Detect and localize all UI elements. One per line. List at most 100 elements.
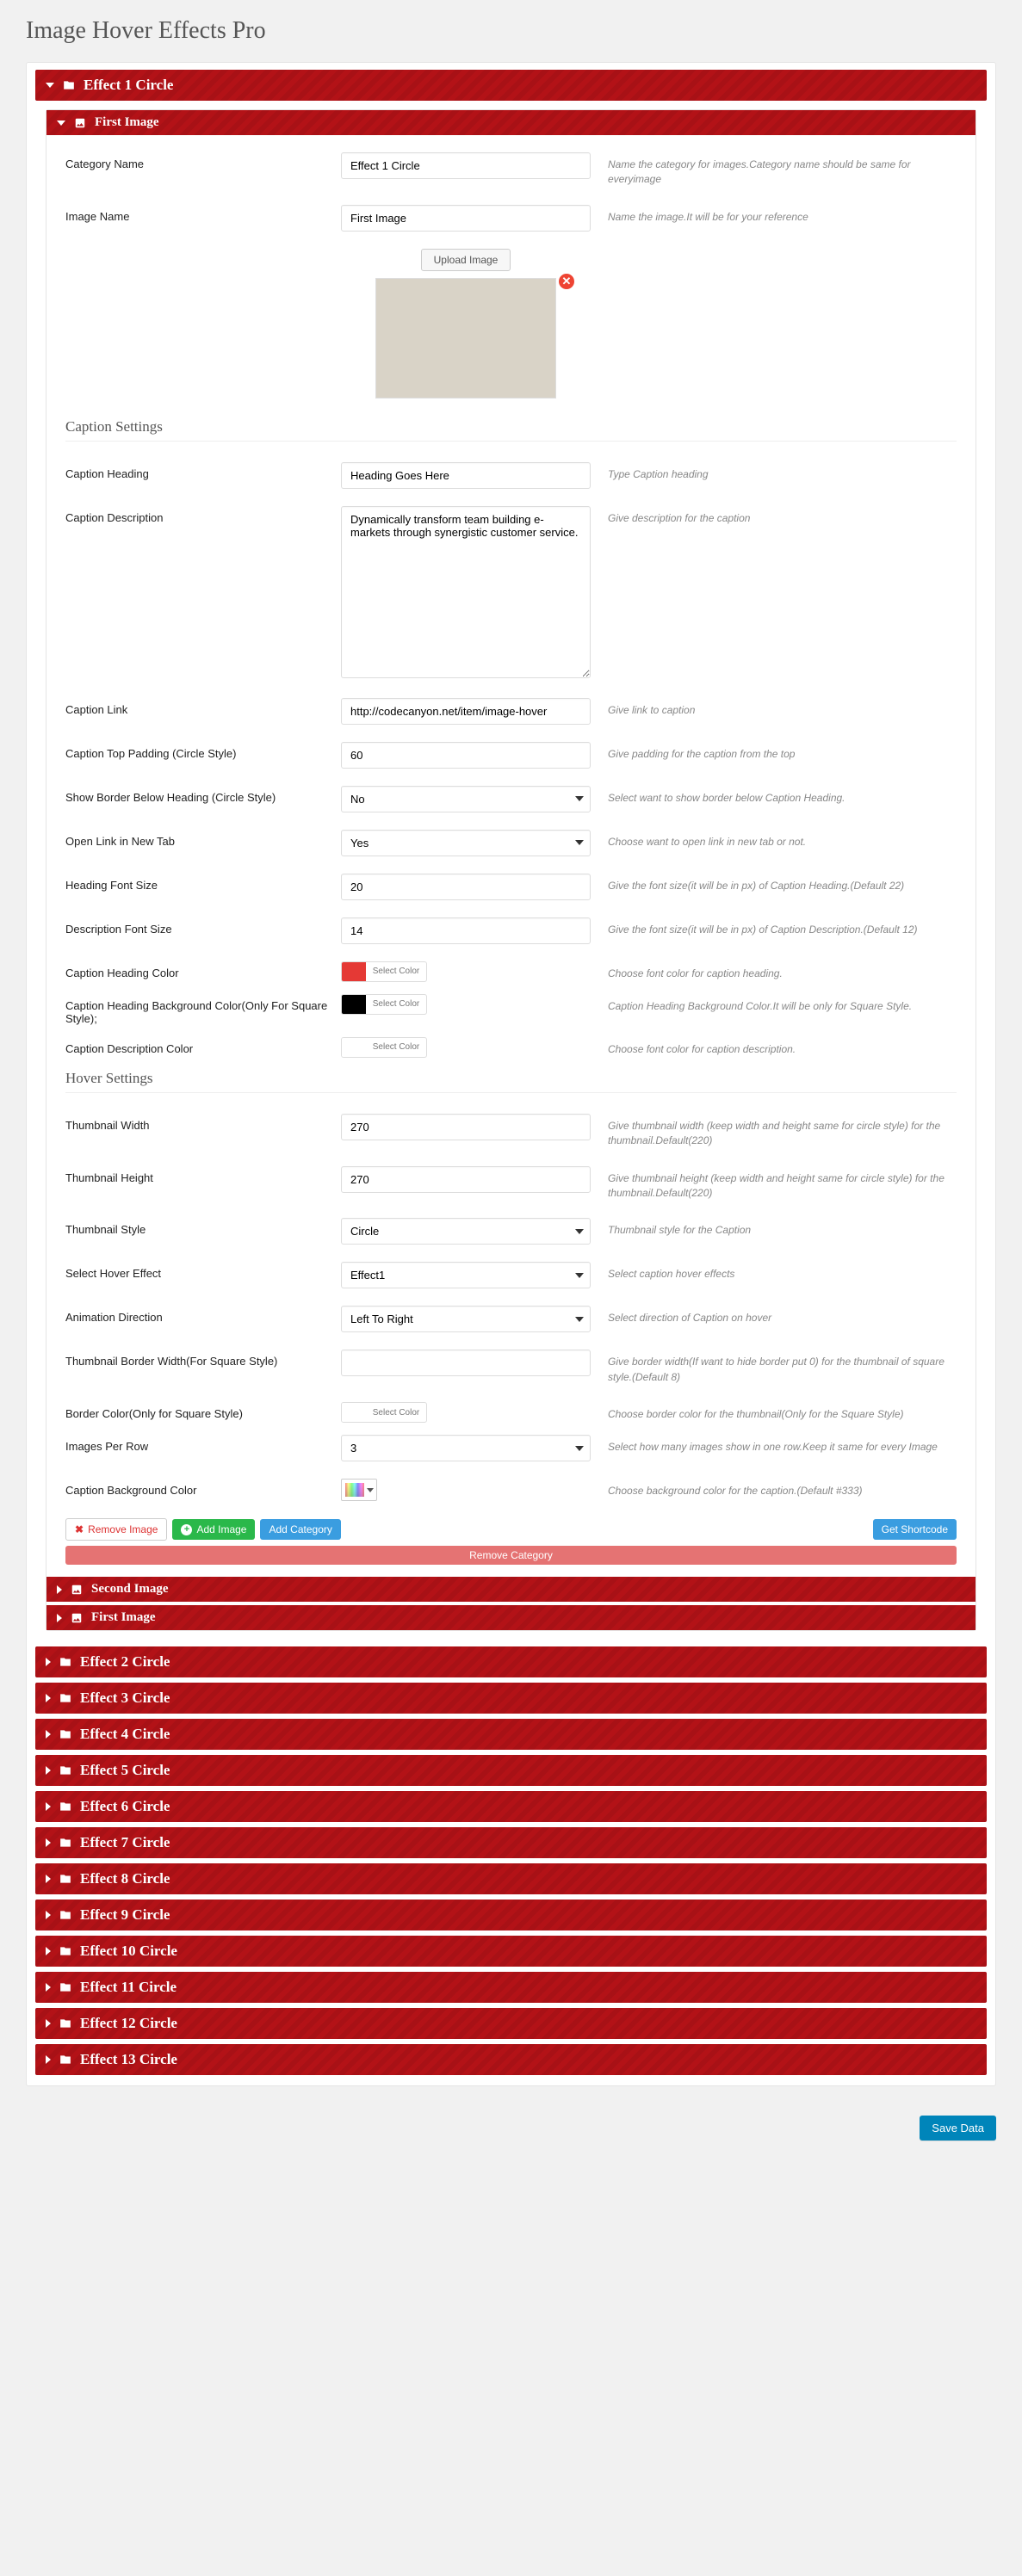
section-hover-settings: Hover Settings [65, 1070, 957, 1087]
chevron-right-icon [46, 1875, 51, 1883]
open-new-tab-select[interactable]: Yes [341, 830, 591, 856]
accordion-header-effect-5[interactable]: Effect 5 Circle [35, 1755, 987, 1786]
hint-heading-font-size: Give the font size(it will be in px) of … [591, 874, 957, 893]
hover-effect-select[interactable]: Effect1 [341, 1262, 591, 1288]
accordion-header-effect-1[interactable]: Effect 1 Circle [35, 70, 987, 101]
caption-description-textarea[interactable]: Dynamically transform team building e-ma… [341, 506, 591, 678]
hint-images-per-row: Select how many images show in one row.K… [591, 1435, 957, 1455]
accordion-title: Effect 11 Circle [80, 1979, 177, 1996]
remove-category-button[interactable]: Remove Category [65, 1546, 957, 1565]
desc-font-size-input[interactable] [341, 917, 591, 944]
chevron-right-icon [46, 1983, 51, 1992]
add-category-button[interactable]: Add Category [260, 1519, 340, 1540]
caption-top-padding-input[interactable] [341, 742, 591, 769]
accordion-header-effect-6[interactable]: Effect 6 Circle [35, 1791, 987, 1822]
label-thumb-width: Thumbnail Width [65, 1114, 341, 1132]
folder-icon [59, 1945, 71, 1957]
divider [65, 1092, 957, 1093]
hint-caption-top-padding: Give padding for the caption from the to… [591, 742, 957, 762]
upload-image-button[interactable]: Upload Image [421, 249, 511, 271]
accordion-header-effect-13[interactable]: Effect 13 Circle [35, 2044, 987, 2075]
hint-caption-link: Give link to caption [591, 698, 957, 718]
chevron-right-icon [57, 1585, 62, 1594]
folder-icon [59, 1656, 71, 1668]
hint-caption-heading: Type Caption heading [591, 462, 957, 482]
sub-accordion-first-image-2[interactable]: First Image [46, 1605, 976, 1630]
uploaded-image-preview [375, 278, 556, 398]
add-image-button[interactable]: +Add Image [172, 1519, 255, 1540]
get-shortcode-button[interactable]: Get Shortcode [873, 1519, 957, 1540]
page-title: Image Hover Effects Pro [26, 17, 996, 45]
sub-accordion-first-image[interactable]: First Image [46, 110, 976, 135]
accordion-title: Effect 10 Circle [80, 1943, 177, 1960]
chevron-right-icon [46, 1838, 51, 1847]
heading-font-size-input[interactable] [341, 874, 591, 900]
color-chip [342, 1403, 366, 1422]
chevron-right-icon [57, 1614, 62, 1622]
remove-image-button[interactable]: ✖Remove Image [65, 1518, 167, 1541]
accordion-header-effect-8[interactable]: Effect 8 Circle [35, 1863, 987, 1894]
accordion-header-effect-7[interactable]: Effect 7 Circle [35, 1827, 987, 1858]
select-color-label: Select Color [366, 999, 426, 1009]
accordion-title: Effect 5 Circle [80, 1762, 170, 1779]
category-name-input[interactable] [341, 152, 591, 179]
accordion-title: Effect 2 Circle [80, 1653, 170, 1671]
sub-accordion-title: First Image [95, 115, 159, 130]
label-thumb-style: Thumbnail Style [65, 1218, 341, 1236]
hint-caption-heading-bg: Caption Heading Background Color.It will… [591, 994, 957, 1014]
caption-heading-bg-picker[interactable]: Select Color [341, 994, 427, 1015]
hint-caption-description: Give description for the caption [591, 506, 957, 526]
hint-thumb-style: Thumbnail style for the Caption [591, 1218, 957, 1238]
anim-direction-select[interactable]: Left To Right [341, 1306, 591, 1332]
accordion-title: Effect 12 Circle [80, 2015, 177, 2032]
hint-caption-heading-color: Choose font color for caption heading. [591, 961, 957, 981]
accordion-header-effect-9[interactable]: Effect 9 Circle [35, 1900, 987, 1930]
thumb-width-input[interactable] [341, 1114, 591, 1140]
sub-accordion-second-image[interactable]: Second Image [46, 1577, 976, 1602]
chevron-right-icon [46, 1947, 51, 1955]
image-name-input[interactable] [341, 205, 591, 232]
label-open-new-tab: Open Link in New Tab [65, 830, 341, 848]
chevron-right-icon [46, 2019, 51, 2028]
accordion-title: Effect 6 Circle [80, 1798, 170, 1815]
accordion-header-effect-10[interactable]: Effect 10 Circle [35, 1936, 987, 1967]
remove-image-icon[interactable]: ✕ [558, 273, 575, 290]
caption-heading-color-picker[interactable]: Select Color [341, 961, 427, 982]
caption-link-input[interactable] [341, 698, 591, 725]
thumb-border-width-input[interactable] [341, 1350, 591, 1376]
accordion-header-effect-12[interactable]: Effect 12 Circle [35, 2008, 987, 2039]
label-caption-top-padding: Caption Top Padding (Circle Style) [65, 742, 341, 760]
accordion-header-effect-4[interactable]: Effect 4 Circle [35, 1719, 987, 1750]
images-per-row-select[interactable]: 3 [341, 1435, 591, 1461]
caption-desc-color-picker[interactable]: Select Color [341, 1037, 427, 1058]
chevron-right-icon [46, 1802, 51, 1811]
folder-icon [59, 1837, 71, 1849]
accordion-title: Effect 7 Circle [80, 1834, 170, 1851]
label-caption-link: Caption Link [65, 698, 341, 716]
sub-accordion-title: First Image [91, 1610, 156, 1625]
thumb-style-select[interactable]: Circle [341, 1218, 591, 1245]
hint-thumb-height: Give thumbnail height (keep width and he… [591, 1166, 957, 1202]
thumb-height-input[interactable] [341, 1166, 591, 1193]
save-data-button[interactable]: Save Data [920, 2116, 996, 2140]
accordion-header-effect-11[interactable]: Effect 11 Circle [35, 1972, 987, 2003]
border-color-picker[interactable]: Select Color [341, 1402, 427, 1423]
show-border-select[interactable]: No [341, 786, 591, 812]
hint-show-border: Select want to show border below Caption… [591, 786, 957, 806]
image-icon [71, 1584, 83, 1596]
label-heading-font-size: Heading Font Size [65, 874, 341, 892]
label-thumb-border-width: Thumbnail Border Width(For Square Style) [65, 1350, 341, 1368]
hint-category-name: Name the category for images.Category na… [591, 152, 957, 188]
accordion-header-effect-3[interactable]: Effect 3 Circle [35, 1683, 987, 1714]
chevron-down-icon [367, 1488, 374, 1492]
caption-bg-color-picker[interactable] [341, 1479, 377, 1501]
hint-caption-desc-color: Choose font color for caption descriptio… [591, 1037, 957, 1057]
accordion-header-effect-2[interactable]: Effect 2 Circle [35, 1646, 987, 1677]
label-anim-direction: Animation Direction [65, 1306, 341, 1324]
label-desc-font-size: Description Font Size [65, 917, 341, 936]
caption-heading-input[interactable] [341, 462, 591, 489]
accordion-title: Effect 8 Circle [80, 1870, 170, 1887]
label-caption-heading-bg: Caption Heading Background Color(Only Fo… [65, 994, 341, 1025]
image-icon [74, 117, 86, 129]
chevron-right-icon [46, 1658, 51, 1666]
